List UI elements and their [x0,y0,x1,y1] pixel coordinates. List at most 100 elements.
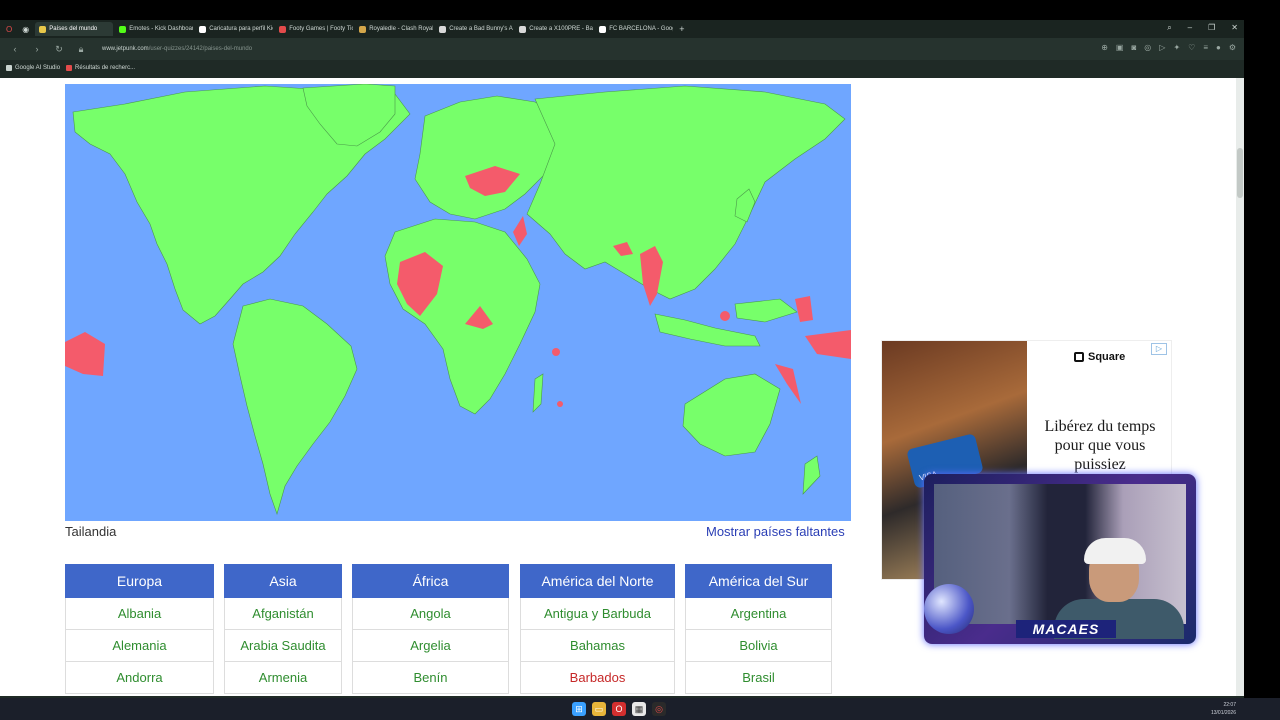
region-africa[interactable] [384,218,541,415]
tab-label: Footy Games | Footy Tic T [289,26,354,32]
bookmark-label: Google AI Studio [15,65,61,71]
taskbar: ⊞ ▭ O ▦ ◎ 22:07 13/01/2026 [0,698,1280,720]
snapshot-icon[interactable]: ▣ [1116,43,1124,52]
opera-browser-icon[interactable]: O [612,702,626,716]
region-pacific-islands[interactable] [734,298,798,323]
browser-tab[interactable]: Create a X100PRE - Bad B [515,22,593,36]
adchoices-icon[interactable]: ▷ [1151,343,1167,355]
minimize-icon[interactable]: – [1188,23,1192,33]
missing-palau[interactable] [720,311,730,321]
streamer-name: MACAES [1016,620,1116,638]
missing-levant[interactable] [513,216,527,246]
new-tab-button[interactable]: + [675,22,688,36]
page-scrollbar[interactable] [1236,78,1244,696]
url-path: /user-quizzes/24142/paises-del-mundo [148,46,253,52]
zoom-icon[interactable]: ⊕ [1101,43,1108,52]
missing-mauritius[interactable] [557,401,563,407]
browser-tab[interactable]: Caricatura para perfil Kick [195,22,273,36]
reload-icon[interactable]: ↻ [52,44,66,55]
extension-icon[interactable]: ✦ [1173,43,1180,52]
region-column: América del Sur Argentina Bolivia Brasil [685,564,832,694]
region-column: América del Norte Antigua y Barbuda Bahama… [520,564,675,694]
profile-avatar[interactable]: ● [1216,43,1221,52]
url-field[interactable]: www.jetpunk.com/user-quizzes/24142/paise… [102,46,252,52]
ad-brand: Square [1074,351,1125,363]
browser-tab[interactable]: Países del mundo [35,22,114,36]
world-map[interactable] [65,84,851,521]
region-madagascar[interactable] [532,373,544,413]
tab-overview-button[interactable]: ◉ [18,22,33,36]
last-country-label: Tailandia [65,524,117,539]
bookmark-google-ai-studio[interactable]: Google AI Studio [6,65,60,71]
missing-seychelles[interactable] [552,348,560,356]
clock-time: 22:07 [1223,702,1236,708]
file-explorer-icon[interactable]: ▭ [592,702,606,716]
tab-label: Create a Bad Bunny's Albu [449,26,513,32]
browser-tab[interactable]: FC BARCELONA - Google [595,22,673,36]
web-page: Tailandia Mostrar países faltantes Europ… [0,78,1236,696]
taskbar-clock[interactable]: 22:07 13/01/2026 [1211,701,1236,717]
windows-start-icon[interactable]: ⊞ [572,702,586,716]
back-icon[interactable]: ‹ [8,44,22,54]
tab-favicon-icon [119,25,127,33]
webcam-overlay: MACAES [924,474,1196,644]
address-bar: ‹ › ↻ 🔒︎ www.jetpunk.com/user-quizzes/24… [0,38,1244,60]
world-map-svg[interactable] [65,84,851,521]
region-column: Asia Afganistán Arabia Saudita Armenia [224,564,342,694]
browser-tab[interactable]: Create a Bad Bunny's Albu [435,22,513,36]
missing-pacific-east[interactable] [65,332,105,376]
missing-kiribati[interactable] [805,330,851,359]
country-cell: Barbados [520,662,675,694]
browser-tab[interactable]: Royaledle - Clash Royale · [355,22,433,36]
settings-icon[interactable]: ⚙ [1229,43,1236,52]
country-cell: Afganistán [224,598,342,630]
missing-melanesia[interactable] [775,364,801,404]
restore-icon[interactable]: ❐ [1208,23,1215,33]
browser-tab[interactable]: Emotes - Kick Dashboard [115,22,193,36]
tab-label: Royaledle - Clash Royale · [369,26,433,32]
tab-favicon-icon [439,25,447,33]
forward-icon[interactable]: › [30,44,44,54]
scrollbar-thumb[interactable] [1237,148,1243,198]
missing-micronesia[interactable] [795,296,813,322]
opera-menu-button[interactable]: O [2,22,16,36]
country-cell: Argentina [685,598,832,630]
tab-label: Países del mundo [49,26,98,32]
country-cell: Arabia Saudita [224,630,342,662]
close-icon[interactable]: ✕ [1231,23,1238,33]
tab-label: Emotes - Kick Dashboard [129,26,194,32]
soccer-ball-icon [924,584,974,634]
search-tabs-icon[interactable]: ⌕ [1167,23,1171,33]
country-cell: Albania [65,598,214,630]
tab-favicon-icon [199,25,207,33]
region-south-america[interactable] [232,298,358,515]
menu-icon[interactable]: ≡ [1203,43,1208,52]
tab-favicon-icon [519,25,527,33]
camera-icon[interactable]: ◙ [1131,43,1136,52]
region-header: Asia [224,564,342,598]
region-new-zealand[interactable] [802,455,821,495]
region-australia[interactable] [682,373,781,457]
region-header: América del Sur [685,564,832,598]
show-missing-link[interactable]: Mostrar países faltantes [706,524,845,539]
url-host: www.jetpunk.com [102,46,149,52]
opera-gx-icon[interactable]: ◎ [652,702,666,716]
calendar-app-icon[interactable]: ▦ [632,702,646,716]
tab-favicon-icon [39,25,47,33]
country-cell: Antigua y Barbuda [520,598,675,630]
play-icon[interactable]: ▷ [1159,43,1165,52]
region-column: Europa Albania Alemania Andorra [65,564,214,694]
bookmark-resultats[interactable]: Résultats de recherc... [66,65,135,71]
desktop-screen: O ◉ Países del mundo Emotes - Kick Dashbo… [0,0,1280,720]
tab-label: Caricatura para perfil Kick [209,26,274,32]
heart-icon[interactable]: ♡ [1188,43,1195,52]
country-cell: Bolivia [685,630,832,662]
tab-label: FC BARCELONA - Google [609,26,674,32]
ad-headline: Libérez du temps pour que vous puissiez [1044,418,1156,473]
region-asia[interactable] [526,85,846,300]
bookmarks-bar: Google AI Studio Résultats de recherc... [0,60,1244,76]
country-cell: Argelia [352,630,509,662]
vpn-icon[interactable]: ◎ [1144,43,1151,52]
bookmark-label: Résultats de recherc... [75,65,136,71]
browser-tab[interactable]: Footy Games | Footy Tic T [275,22,353,36]
